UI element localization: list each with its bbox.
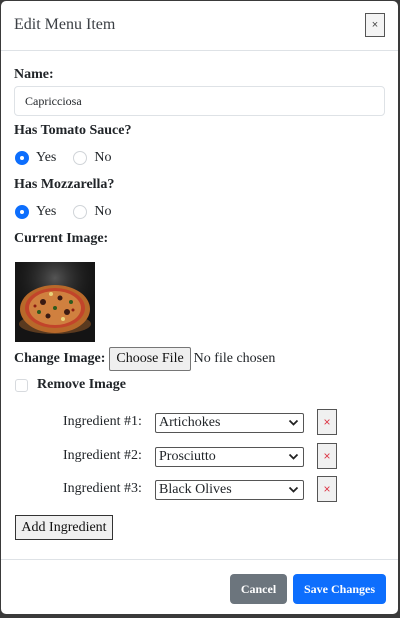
choose-file-button[interactable]: Choose File [109,347,191,371]
ingredient-2-value: Prosciutto [159,449,216,464]
pizza-image [15,262,95,342]
tomato-sauce-options: Yes No [15,150,129,166]
change-image-row: Change Image: Choose File No file chosen [14,347,275,371]
cancel-button[interactable]: Cancel [230,574,287,604]
remove-image-checkbox[interactable] [15,379,28,392]
pizza-illustration [15,262,95,342]
close-icon: × [323,415,331,429]
ingredient-1-select[interactable]: Artichokes [155,413,304,433]
tomato-sauce-label: Has Tomato Sauce? [14,123,132,138]
current-image-label: Current Image: [14,231,109,246]
ingredient-2-select[interactable]: Prosciutto [155,447,304,467]
close-icon: × [323,449,331,463]
remove-ingredient-1-button[interactable]: × [317,409,337,435]
close-icon: × [371,19,379,31]
mozzarella-no-radio[interactable] [73,205,88,219]
mozzarella-options: Yes No [15,204,129,220]
name-input[interactable] [14,86,385,116]
tomato-no-label: No [94,150,112,165]
ingredient-1-value: Artichokes [159,415,221,430]
mozzarella-label: Has Mozzarella? [14,177,115,192]
name-label: Name: [14,67,54,82]
tomato-yes-label: Yes [36,150,57,165]
edit-menu-item-modal: Edit Menu Item × Name: Has Tomato Sauce?… [1,1,398,614]
remove-ingredient-2-button[interactable]: × [317,443,337,469]
ingredient-1-label: Ingredient #1: [63,414,142,429]
save-changes-button[interactable]: Save Changes [293,574,386,604]
remove-image-label: Remove Image [37,377,127,392]
mozzarella-yes-label: Yes [36,204,57,219]
modal-title: Edit Menu Item [14,16,116,33]
chevron-down-icon [288,419,299,426]
ingredient-3-select[interactable]: Black Olives [155,480,304,500]
mozzarella-no-label: No [94,204,112,219]
chevron-down-icon [288,453,299,460]
ingredient-2-label: Ingredient #2: [63,448,142,463]
modal-header: Edit Menu Item × [1,1,398,51]
ingredient-3-label: Ingredient #3: [63,481,142,496]
remove-ingredient-3-button[interactable]: × [317,476,337,502]
chevron-down-icon [288,486,299,493]
tomato-yes-radio[interactable] [15,151,29,165]
tomato-no-radio[interactable] [73,151,88,165]
add-ingredient-button[interactable]: Add Ingredient [15,515,113,540]
no-file-chosen-text: No file chosen [193,351,276,366]
ingredient-3-value: Black Olives [159,482,232,497]
modal-footer: Cancel Save Changes [1,559,398,614]
close-button[interactable]: × [365,13,385,37]
close-icon: × [323,482,331,496]
change-image-label: Change Image: [14,351,106,366]
mozzarella-yes-radio[interactable] [15,205,29,219]
